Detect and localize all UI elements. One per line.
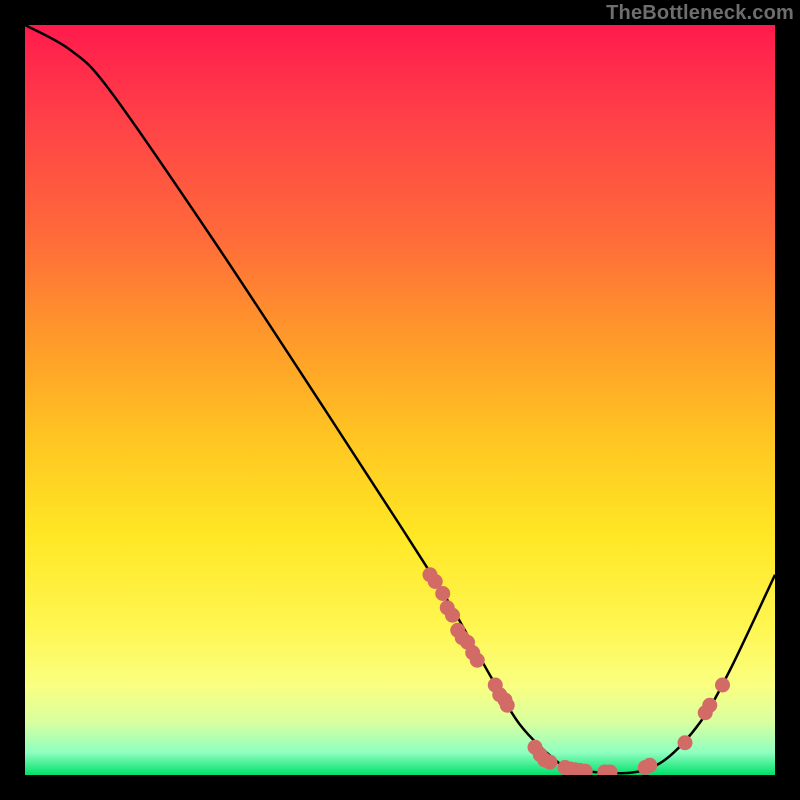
scatter-point: [642, 758, 657, 773]
scatter-point: [470, 653, 485, 668]
scatter-point: [500, 698, 515, 713]
scatter-point: [678, 735, 693, 750]
bottleneck-curve: [25, 25, 775, 773]
scatter-point: [715, 678, 730, 693]
chart-plot-area: [25, 25, 775, 775]
scatter-point: [435, 586, 450, 601]
scatter-point: [543, 755, 558, 770]
scatter-point: [445, 608, 460, 623]
chart-stage: TheBottleneck.com: [0, 0, 800, 800]
chart-svg: [25, 25, 775, 775]
scatter-points: [423, 567, 731, 775]
watermark-label: TheBottleneck.com: [606, 2, 794, 25]
scatter-point: [702, 698, 717, 713]
